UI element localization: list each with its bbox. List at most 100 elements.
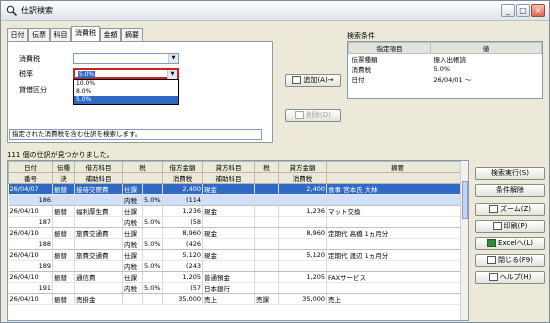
cell-debit-amount: 1,236: [162, 205, 203, 217]
cell-description: 売上: [326, 293, 468, 305]
cell-debit-account: [74, 260, 123, 272]
table-row[interactable]: 191 内税 5.0% (57 日本銀行: [8, 282, 468, 294]
help-button[interactable]: ヘルプ(H): [475, 271, 545, 284]
table-row[interactable]: 186 内税 5.0% (114: [8, 194, 468, 206]
results-scrollbar[interactable]: [460, 161, 468, 320]
excel-icon: [487, 239, 497, 247]
cell-debit-account: [74, 194, 123, 206]
cell-credit-amount: 35,000: [278, 293, 327, 305]
tax-label: 消費税: [19, 55, 40, 63]
col-header: 貸方金額: [278, 161, 327, 173]
clear-conditions-button[interactable]: 条件解除: [475, 184, 545, 197]
cell-debit-account: 通信費: [74, 271, 123, 283]
minimize-button[interactable]: _: [501, 4, 515, 17]
cell-credit-amount: [278, 260, 327, 272]
cell-credit-tax: 売課: [254, 293, 279, 305]
cell-tax-rate: [142, 205, 163, 217]
cell-voucher-type: 振替: [52, 249, 75, 261]
table-row[interactable]: 188 内税 5.0% (426: [8, 238, 468, 250]
cell-debit-amount: (243: [162, 260, 203, 272]
cell-credit-amount: [278, 282, 327, 294]
table-row[interactable]: 26/04/07 振替 接待交際費 仕課 2,400 現金 2,400 食事 宮本氏 大林: [8, 183, 468, 195]
tab-description[interactable]: 摘要: [121, 28, 143, 41]
tax-rate-select[interactable]: 5.0% ▼: [73, 68, 179, 79]
cell-debit-amount: 1,205: [162, 271, 203, 283]
cond-row[interactable]: 消費税 5.0%: [349, 64, 542, 74]
cell-credit-amount: 1,205: [278, 271, 327, 283]
col-header: 借方科目: [74, 161, 123, 173]
cell-date-or-number: 26/04/10: [8, 293, 53, 305]
rate-option[interactable]: 10.0%: [74, 80, 178, 88]
tab-date[interactable]: 日付: [7, 28, 28, 41]
cell-tax-kind: 仕課: [122, 271, 143, 283]
cond-cell: 消費税: [351, 66, 372, 74]
zoom-label: ズーム(Z): [499, 205, 532, 213]
tab-voucher[interactable]: 伝票: [28, 28, 50, 41]
col-header: 貸方科目: [202, 161, 255, 173]
col-header: 税: [254, 161, 279, 173]
cell-tax-kind: 内税: [122, 260, 143, 272]
tab-amount[interactable]: 金額: [100, 28, 121, 41]
scroll-thumb[interactable]: [462, 181, 468, 219]
rate-label: 税率: [19, 70, 33, 78]
cell-tax-kind: 内税: [122, 194, 143, 206]
col-header: 決: [52, 172, 75, 184]
cell-credit-account: 現金: [202, 205, 255, 217]
zoom-button[interactable]: ズーム(Z): [475, 203, 545, 216]
table-row[interactable]: 26/04/10 振替 通信費 仕課 1,205 普通預金 1,205 FAXサービス: [8, 271, 468, 283]
tax-rate-dropdown: 10.0% 8.0% 5.0%: [73, 79, 179, 105]
close-button[interactable]: ×: [531, 4, 545, 17]
cell-description: [326, 282, 468, 294]
col-header: [254, 172, 279, 184]
cell-date-or-number: 191: [8, 282, 53, 294]
search-window: 仕訳検索 _ □ × 日付 伝票 科目 消費税 金額 摘要 消費税 ▼ 税率 5…: [0, 0, 550, 323]
table-row[interactable]: 26/04/10 振替 旅費交通費 仕課 5,120 現金 5,120 定期代 渡辺 1ヵ月分: [8, 249, 468, 261]
cell-description: 定期代 渡辺 1ヵ月分: [326, 249, 468, 261]
cond-row[interactable]: 伝票種類 振入出帳読: [349, 54, 542, 64]
close-window-button[interactable]: 閉じる(F9): [475, 254, 545, 267]
cell-description: マット交換: [326, 205, 468, 217]
table-row[interactable]: 189 内税 5.0% (243: [8, 260, 468, 272]
cell-credit-account: 売上: [202, 293, 255, 305]
search-run-button[interactable]: 検索実行(S): [475, 167, 545, 180]
delete-icon: [295, 111, 305, 119]
rate-option[interactable]: 8.0%: [74, 88, 178, 96]
cell-date-or-number: 189: [8, 260, 53, 272]
cell-debit-amount: 35,000: [162, 293, 203, 305]
cell-tax-kind: 仕課: [122, 205, 143, 217]
table-row[interactable]: 187 内税 5.0% (58: [8, 216, 468, 228]
delete-condition-button[interactable]: 削除(D): [285, 109, 341, 122]
cond-row[interactable]: 日付 26/04/01 ～: [349, 74, 542, 84]
cell-date-or-number: 26/04/10: [8, 227, 53, 239]
table-row[interactable]: 26/04/10 振替 福利厚生費 仕課 1,236 現金 1,236 マット交換: [8, 205, 468, 217]
add-condition-button[interactable]: 追加(A)→: [285, 74, 341, 87]
tab-tax[interactable]: 消費税: [71, 26, 100, 41]
rate-option-selected[interactable]: 5.0%: [74, 96, 178, 104]
door-icon: [487, 256, 497, 264]
table-row[interactable]: 26/04/10 振替 旅費交通費 仕課 8,960 現金 8,960 定期代 高橋 1ヵ月分: [8, 227, 468, 239]
cond-header: 値: [430, 42, 542, 54]
tab-account[interactable]: 科目: [50, 28, 71, 41]
col-header: 補助科目: [74, 172, 123, 184]
zoom-icon: [488, 205, 498, 213]
cell-credit-tax: [254, 260, 279, 272]
table-row[interactable]: 26/04/10 振替 売掛金 35,000 売上 売課 35,000 売上: [8, 293, 468, 305]
cell-tax-kind: 仕課: [122, 249, 143, 261]
cell-voucher-type: [52, 216, 75, 228]
cond-cell: 伝票種類: [351, 56, 378, 64]
cell-tax-kind: [122, 293, 143, 305]
cell-tax-rate: 5.0%: [142, 282, 163, 294]
tax-type-select[interactable]: ▼: [73, 53, 179, 64]
lend-label: 貸借区分: [19, 86, 47, 94]
cell-credit-tax: [254, 238, 279, 250]
results-grid: 日付 伝種 借方科目 税 借方金額 貸方科目 税 貸方金額 摘要 番号 決 補助…: [7, 160, 469, 321]
maximize-button[interactable]: □: [516, 4, 530, 17]
cell-credit-account: 現金: [202, 227, 255, 239]
cell-voucher-type: [52, 282, 75, 294]
add-icon: [292, 76, 302, 84]
cell-description: [326, 260, 468, 272]
cell-voucher-type: 振替: [52, 227, 75, 239]
excel-export-button[interactable]: Excelへ(L): [475, 237, 545, 250]
print-button[interactable]: 印刷(P): [475, 220, 545, 233]
cell-credit-account: 現金: [202, 249, 255, 261]
